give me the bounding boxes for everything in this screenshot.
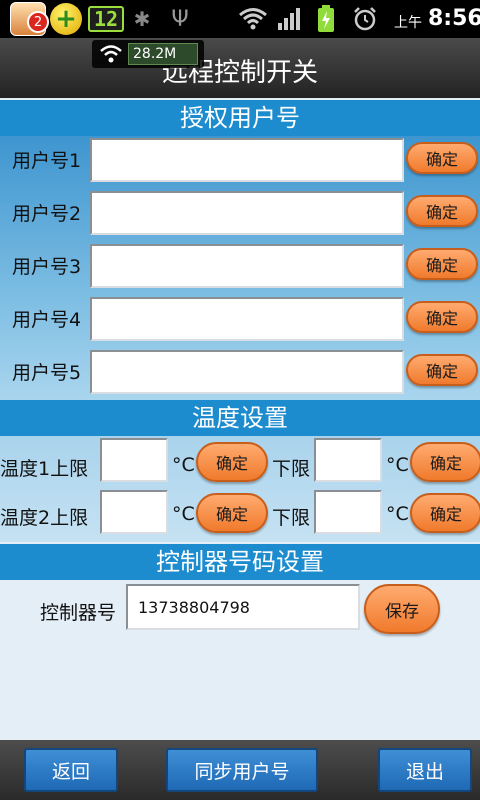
user-input-4[interactable] [90,297,404,341]
user-confirm-button-5[interactable]: 确定 [406,354,478,386]
users-section-header: 授权用户号 [0,100,480,136]
am-pm-label: 上午 [394,15,422,31]
user-confirm-button-4[interactable]: 确定 [406,301,478,333]
temp1-upper-label: 温度1上限 [0,458,89,480]
android-debug-icon: ✱ [133,7,151,31]
notification-badge: 2 [27,11,49,33]
battery-app-icon: 12 [88,6,124,32]
temp1-lower-input[interactable] [314,438,382,482]
page-title: 远程控制开关 [161,58,318,88]
temp2-lower-input[interactable] [314,490,382,534]
battery-charging-icon [316,4,336,34]
user-confirm-button-1[interactable]: 确定 [406,142,478,174]
temp2-lower-confirm-button[interactable]: 确定 [410,493,480,533]
signal-icon [277,4,303,34]
usb-icon: Ψ [171,6,189,32]
clock-time: 8:56 [428,6,480,31]
controller-number-input[interactable] [126,584,360,630]
temperature-section-header: 温度设置 [0,400,480,436]
temp1-upper-unit: °C [172,454,195,476]
temp1-lower-confirm-button[interactable]: 确定 [410,442,480,482]
user-label-1: 用户号1 [12,150,82,172]
temp1-upper-input[interactable] [100,438,168,482]
save-button[interactable]: 保存 [364,584,440,634]
user-input-5[interactable] [90,350,404,394]
user-confirm-button-3[interactable]: 确定 [406,248,478,280]
temp2-upper-input[interactable] [100,490,168,534]
wifi-small-icon [100,45,122,63]
temp2-upper-unit: °C [172,503,195,525]
user-label-3: 用户号3 [12,256,82,278]
user-confirm-button-2[interactable]: 确定 [406,195,478,227]
status-bar: 2 + 12 ✱ Ψ 上午 8:56 [0,0,480,38]
temp1-lower-unit: °C [386,454,409,476]
temp1-lower-label: 下限 [272,458,311,480]
user-label-5: 用户号5 [12,362,82,384]
user-input-2[interactable] [90,191,404,235]
user-input-3[interactable] [90,244,404,288]
sync-users-button[interactable]: 同步用户号 [166,748,318,792]
temp2-upper-label: 温度2上限 [0,507,89,529]
user-label-4: 用户号4 [12,309,82,331]
title-bar: 远程控制开关 28.2M [0,38,480,98]
temp2-lower-unit: °C [386,503,409,525]
notification-app-icon: 2 [10,2,49,36]
user-label-2: 用户号2 [12,203,82,225]
network-speed: 28.2M [128,43,198,65]
temp1-upper-confirm-button[interactable]: 确定 [196,442,268,482]
exit-button[interactable]: 退出 [378,748,472,792]
bottom-bar: 返回 同步用户号 退出 [0,740,480,800]
wifi-icon [238,4,268,34]
controller-number-label: 控制器号 [40,602,117,624]
controller-section-header: 控制器号码设置 [0,544,480,580]
temp2-upper-confirm-button[interactable]: 确定 [196,493,268,533]
back-button[interactable]: 返回 [24,748,118,792]
plus-app-icon: + [50,3,82,35]
alarm-icon [352,4,378,34]
user-input-1[interactable] [90,138,404,182]
network-speed-overlay: 28.2M [92,40,204,68]
temp2-lower-label: 下限 [272,507,311,529]
